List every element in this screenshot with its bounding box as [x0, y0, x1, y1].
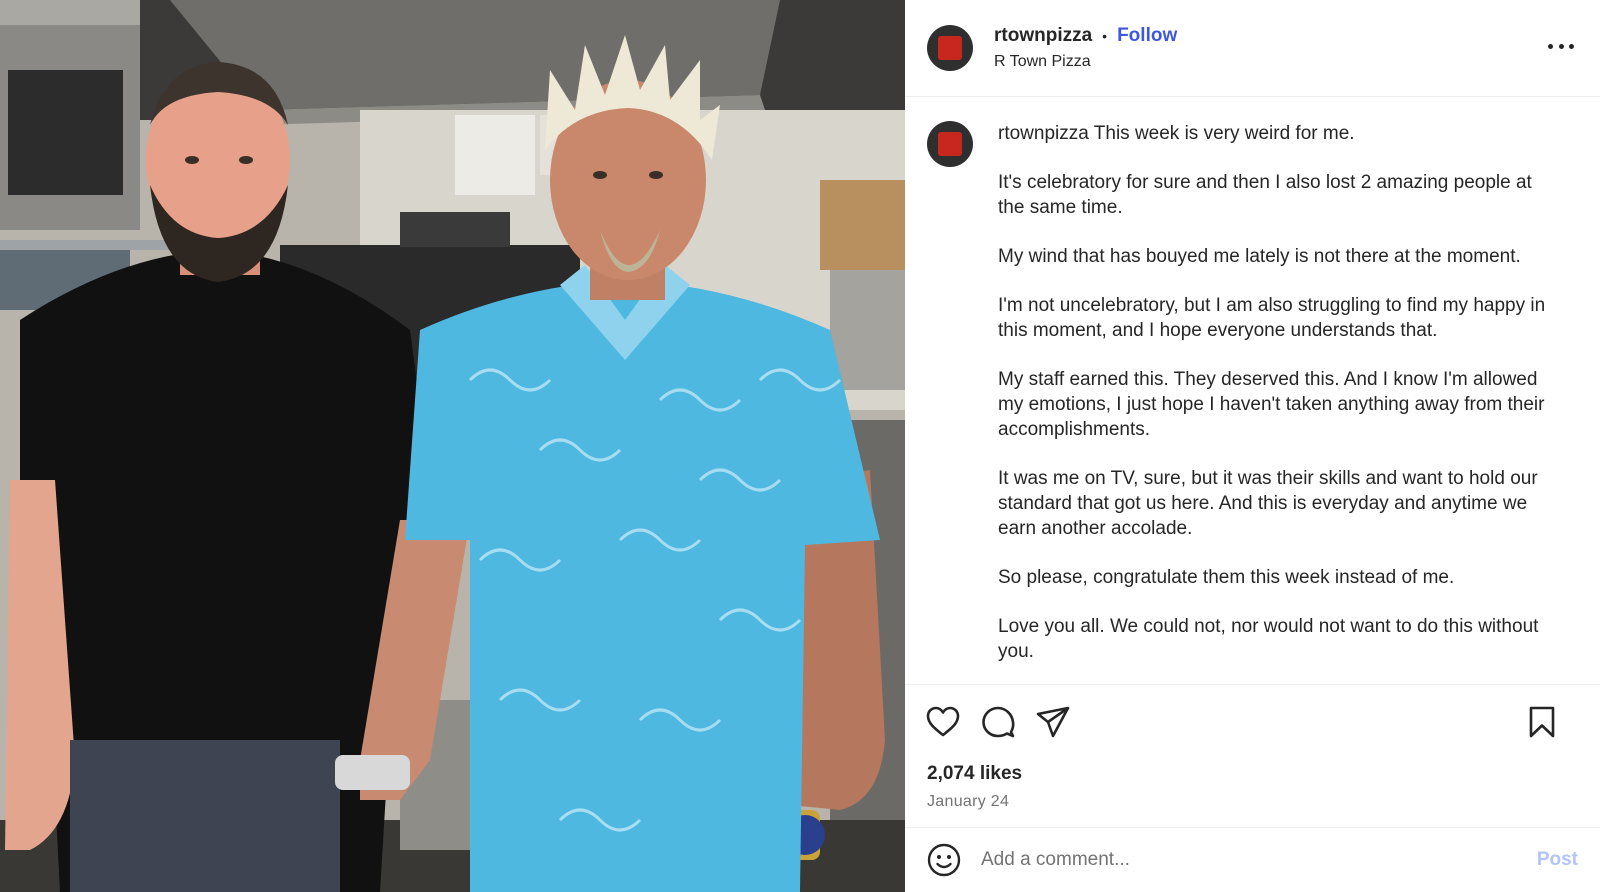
comment-icon[interactable] — [979, 703, 1017, 741]
caption-first-line-text: This week is very weird for me. — [1093, 123, 1355, 144]
caption-paragraph: Love you all. We could not, nor would no… — [998, 616, 1539, 662]
more-options-icon[interactable] — [1548, 36, 1574, 56]
post-comment-button[interactable]: Post — [1537, 849, 1578, 871]
instagram-post-view: rtownpizza • Follow R Town Pizza rtownpi… — [0, 0, 1600, 892]
bookmark-icon[interactable] — [1523, 703, 1561, 741]
caption-first-line: rtownpizza This week is very weird for m… — [998, 121, 1563, 146]
brand-logo-icon — [938, 36, 962, 60]
post-header: rtownpizza • Follow R Town Pizza — [905, 0, 1600, 97]
caption-paragraph: So please, congratulate them this week i… — [998, 567, 1455, 588]
more-dot — [1558, 43, 1564, 49]
heart-icon-svg — [926, 706, 960, 737]
caption-paragraph: I'm not uncelebratory, but I am also str… — [998, 295, 1546, 341]
bookmark-icon-svg — [1529, 706, 1555, 738]
photo-illustration — [0, 0, 905, 892]
post-actions: 2,074 likes January 24 — [905, 684, 1600, 827]
share-icon-svg — [1036, 706, 1070, 738]
caption-paragraph: My staff earned this. They deserved this… — [998, 369, 1545, 440]
caption-avatar[interactable] — [927, 121, 973, 167]
separator-dot: • — [1102, 28, 1108, 44]
comment-bar: Post — [905, 827, 1600, 892]
action-icons-row — [924, 703, 1578, 741]
more-dot — [1548, 43, 1553, 49]
avatar[interactable] — [927, 25, 973, 71]
username-link[interactable]: rtownpizza — [994, 25, 1092, 47]
emoji-icon-svg — [927, 843, 961, 877]
header-text: rtownpizza • Follow R Town Pizza — [994, 25, 1177, 71]
brand-logo-icon — [938, 132, 962, 156]
follow-button[interactable]: Follow — [1117, 25, 1177, 47]
caption-username-link[interactable]: rtownpizza — [998, 123, 1089, 144]
display-name: R Town Pizza — [994, 53, 1091, 70]
share-icon[interactable] — [1034, 703, 1072, 741]
post-caption: rtownpizza This week is very weird for m… — [998, 121, 1563, 684]
heart-icon[interactable] — [924, 703, 962, 741]
post-photo[interactable] — [0, 0, 905, 892]
likes-count[interactable]: 2,074 likes — [927, 763, 1578, 785]
caption-paragraph: It was me on TV, sure, but it was their … — [998, 468, 1538, 539]
caption-paragraph: It's celebratory for sure and then I als… — [998, 172, 1532, 218]
header-row: rtownpizza • Follow — [994, 25, 1177, 47]
comment-input[interactable] — [981, 849, 1501, 871]
post-details-panel: rtownpizza • Follow R Town Pizza rtownpi… — [905, 0, 1600, 892]
caption-paragraph: My wind that has bouyed me lately is not… — [998, 246, 1521, 267]
caption-area: rtownpizza This week is very weird for m… — [905, 97, 1600, 684]
emoji-icon[interactable] — [927, 843, 961, 877]
more-dot — [1569, 43, 1574, 49]
post-date[interactable]: January 24 — [927, 793, 1578, 811]
comment-icon-svg — [982, 706, 1015, 738]
